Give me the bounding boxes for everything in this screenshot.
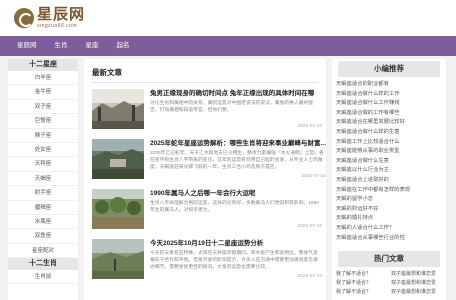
recommend-link[interactable]: 天蝎座适合做的工作有哪些 [332, 109, 446, 119]
article-title[interactable]: 兔男正缘现身的确切时间点 兔年正缘出现的具体时间在哪 [150, 89, 322, 98]
zodiac-item[interactable]: 白羊座 [8, 71, 78, 86]
zodiac-item[interactable]: 处女座 [8, 143, 78, 158]
zodiac-item[interactable]: 魔羯座 [8, 201, 78, 215]
hot-link[interactable]: 双子座最想和谁恋爱 [391, 288, 446, 297]
site-name: 星辰网 [37, 6, 86, 23]
zodiac-item[interactable]: 双鱼座 [8, 229, 78, 244]
article-thumbnail[interactable] [92, 89, 144, 129]
article-date: 2025-07-15 [297, 224, 322, 229]
article-summary: 今天的天象有些特殊，太阳在天秤座停留期间，和木星产生和谐相位，整体气息偏向于合作… [150, 251, 318, 270]
hot-link[interactable]: 双子座最想和谁恋爱 [391, 279, 446, 288]
article-thumbnail[interactable] [92, 239, 144, 279]
recommend-heading: 小编推荐 [338, 61, 440, 77]
nav-qiming[interactable]: 起名 [108, 36, 139, 56]
zodiac-heading: 十二星座 [8, 59, 78, 71]
recommend-link[interactable]: 天蝎的人适合什么工作？ [332, 224, 446, 234]
right-sidebar: 小编推荐 天蝎座适合的职业都有 天蝎座适合做什么样的工作 天蝎座适合做什么工作赚… [332, 59, 446, 300]
zodiac-item[interactable]: 水瓶座 [8, 215, 78, 230]
nav-shengxiao[interactable]: 生肖 [46, 36, 77, 56]
zodiac-item[interactable]: 射手座 [8, 186, 78, 201]
zodiac-item[interactable]: 狮子座 [8, 129, 78, 143]
article-date: 2025-07-15 [297, 124, 322, 129]
zodiac-item[interactable]: 天秤座 [8, 157, 78, 172]
hot-link[interactable]: 我了解不适合？ [336, 279, 391, 288]
zodiac-item[interactable]: 金牛座 [8, 85, 78, 100]
recommend-link[interactable]: 天蝎座工作上比较适合什么 [332, 138, 446, 148]
article-list: 最新文章 兔男正缘现身的确切时间点 兔年正缘出现的具体时间在哪 讨论生肖和属相中… [84, 59, 326, 300]
recommend-link[interactable]: 天蝎座适合做什么工作赚钱 [332, 99, 446, 109]
hot-row: 我了解不适合？ 双子座最想和谁恋爱 [332, 270, 446, 279]
hot-row: 我了解不适合？ 双子座最想和谁恋爱 [332, 288, 446, 297]
zodiac-item[interactable]: 天蝎座 [8, 172, 78, 187]
zodiac-item[interactable]: 星座配对 [8, 244, 78, 259]
article-thumbnail[interactable] [92, 189, 144, 229]
nav-xingzuo[interactable]: 星座 [77, 36, 108, 56]
article-title[interactable]: 2025年蛇年星座运势解析：哪些生肖将迎来事业巅峰与财富... [150, 139, 326, 148]
hot-block: 热门文章 我了解不适合？ 双子座最想和谁恋爱 我了解不适合？ 双子座最想和谁恋爱… [332, 251, 446, 297]
article-item[interactable]: 2025年蛇年星座运势解析：哪些生肖将迎来事业巅峰与财富... 2025年乙巳蛇… [92, 139, 326, 183]
recommend-link[interactable]: 天蝎的财运好不好 [332, 205, 446, 215]
recommend-link[interactable]: 天蝎座在工作中都有怎样的表现 [332, 186, 446, 196]
recommend-link[interactable]: 天蝎座适合从事哪些行业的性 [332, 234, 446, 244]
left-sidebar: 十二星座 白羊座 金牛座 双子座 巨蟹座 狮子座 处女座 天秤座 天蝎座 射手座… [8, 59, 78, 300]
recommend-link[interactable]: 天蝎座适合做什么样的工作 [332, 90, 446, 100]
recommend-link[interactable]: 天蝎座适合的职业都有 [332, 80, 446, 90]
recommend-link[interactable]: 天蝎座适合做什么样的生意 [332, 128, 446, 138]
hot-heading: 热门文章 [338, 251, 440, 268]
article-date: 2025-07-15 [297, 274, 322, 279]
main-nav: 星辰网 生肖 星座 起名 [0, 36, 456, 56]
recommend-link[interactable]: 天蝎座适合做什么生意 [332, 157, 446, 167]
recommend-link[interactable]: 天蝎座能够从事的职业类型 [332, 147, 446, 157]
article-item[interactable]: 兔男正缘现身的确切时间点 兔年正缘出现的具体时间在哪 讨论生肖和属相中的关系，属… [92, 89, 326, 133]
hot-link[interactable]: 我了解不适合？ [336, 288, 391, 297]
recommend-link[interactable]: 天蝎的婚礼特点 [332, 214, 446, 224]
recommend-link[interactable]: 天蝎座适合上进取好的 [332, 176, 446, 186]
shengxiao-item[interactable]: 生肖鼠 [8, 270, 78, 285]
zodiac-item[interactable]: 巨蟹座 [8, 114, 78, 129]
article-summary: 讨论生肖和属相中的关系，属狗运势对中国老说法的说法，属兔的男人最终能否，打动属相… [150, 101, 314, 113]
hot-link[interactable]: 我了解不适合？ [336, 270, 391, 279]
site-logo[interactable]: 星辰网 xingzuo66.com [14, 7, 85, 29]
recommend-link[interactable]: 天蝎的留学小志 [332, 195, 446, 205]
hot-link[interactable]: 双子座最想和谁恋爱 [391, 270, 446, 279]
article-summary: 生肖八字命理解为男的运势，这样的论有好，多数属马人们觉得积有影响。1990年生的… [150, 201, 319, 213]
article-item[interactable]: 今天2025年10月19日十二星座运势分析 今天的天象有些特殊，太阳在天秤座停留… [92, 239, 326, 283]
nav-home[interactable]: 星辰网 [8, 36, 46, 56]
shengxiao-heading: 十二生肖 [8, 258, 78, 271]
zodiac-item[interactable]: 双子座 [8, 100, 78, 115]
recommend-link[interactable]: 天蝎座以什么行业为主 [332, 166, 446, 176]
article-title[interactable]: 1990年属马人之后哪一年会行大运呢 [150, 189, 322, 198]
site-domain: xingzuo66.com [37, 23, 78, 29]
article-date: 2025-07-15 [301, 174, 326, 179]
article-summary: 2025年乙巳蛇年，天干乙木和地支巳火相生，整体力量偏强「木火通明」之势，各在星… [150, 151, 324, 170]
latest-articles-heading: 最新文章 [92, 67, 318, 83]
recommend-link[interactable]: 天蝎座适合在哪里发展比较好 [332, 118, 446, 128]
article-thumbnail[interactable] [92, 139, 144, 179]
logo-icon [14, 8, 34, 28]
recommend-block: 小编推荐 天蝎座适合的职业都有 天蝎座适合做什么样的工作 天蝎座适合做什么工作赚… [332, 61, 446, 243]
hot-row: 我了解不适合？ 双子座最想和谁恋爱 [332, 279, 446, 288]
article-item[interactable]: 1990年属马人之后哪一年会行大运呢 生肖八字命理解为男的运势，这样的论有好，多… [92, 189, 326, 233]
site-header: 星辰网 xingzuo66.com [0, 0, 456, 36]
article-title[interactable]: 今天2025年10月19日十二星座运势分析 [150, 239, 322, 248]
